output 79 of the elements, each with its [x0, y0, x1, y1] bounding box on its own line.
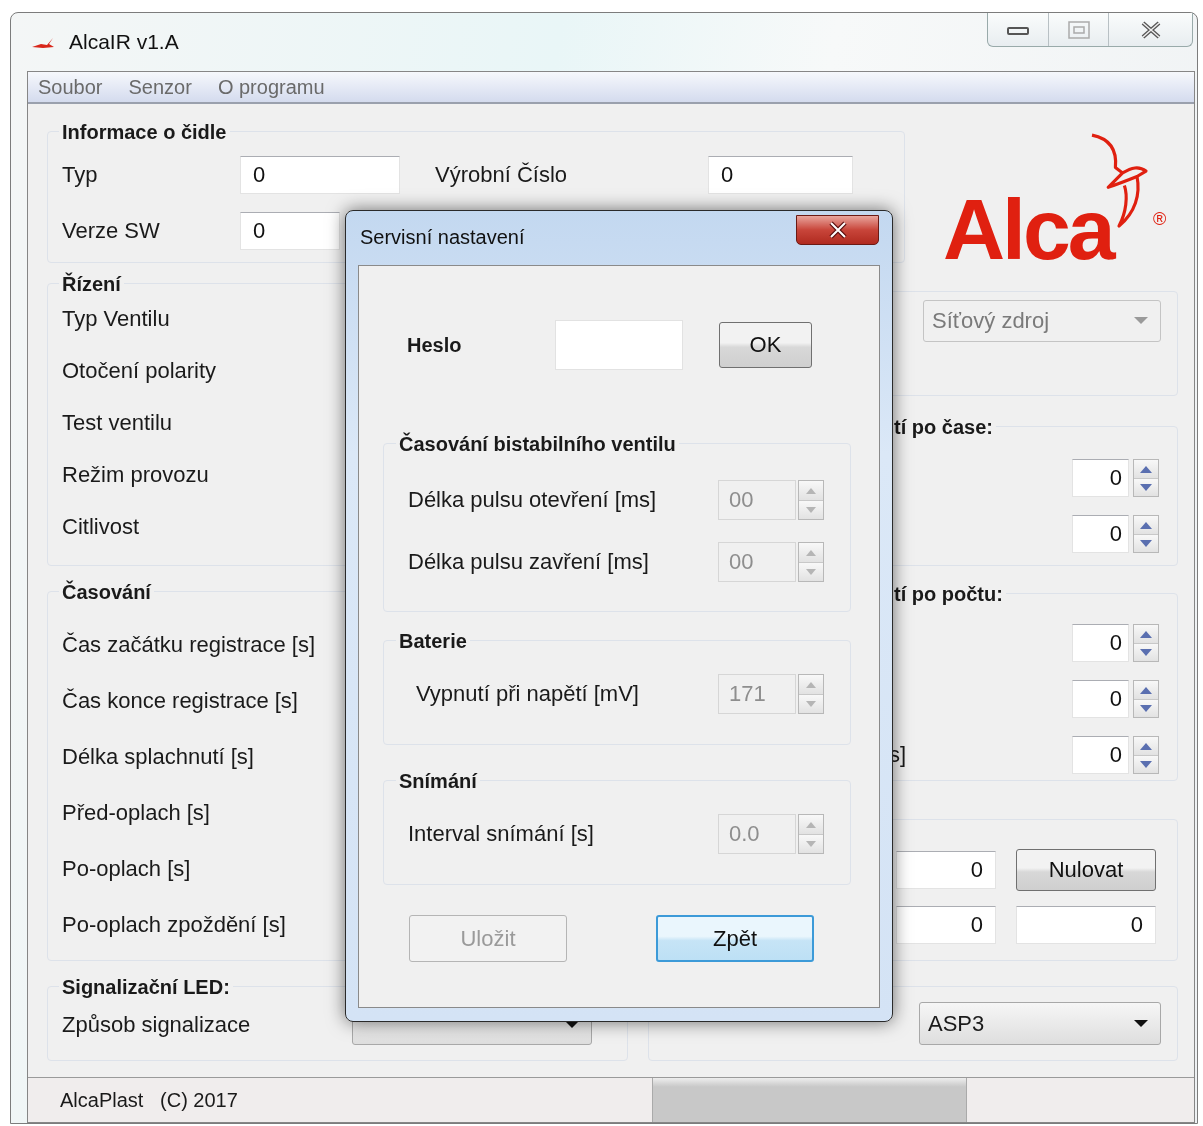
setting-label: Interval snímání [s] — [408, 821, 595, 847]
up-arrow-icon — [806, 549, 816, 556]
spin-down-button[interactable] — [1134, 643, 1158, 661]
setting-label: Před-oplach [s] — [62, 799, 210, 827]
spin-down-button[interactable] — [1134, 699, 1158, 717]
password-field[interactable] — [555, 320, 683, 370]
logo-text: Alca — [943, 180, 1113, 279]
down-arrow-icon — [806, 569, 816, 575]
status-text: AlcaPlast (C) 2017 — [60, 1088, 239, 1112]
down-arrow-icon — [806, 701, 816, 707]
setting-label: Čas začátku registrace [s] — [62, 631, 316, 659]
number-field[interactable]: 0 — [1072, 736, 1129, 774]
number-field[interactable]: 0 — [896, 906, 996, 944]
spin-up-button[interactable] — [1134, 625, 1158, 643]
number-field[interactable]: 0 — [1072, 515, 1129, 553]
close-icon — [826, 221, 849, 239]
spin-up-button[interactable] — [1134, 737, 1158, 755]
ok-button[interactable]: OK — [719, 322, 812, 368]
up-arrow-icon — [806, 487, 816, 494]
maximize-icon — [1067, 20, 1090, 39]
spin-up-button[interactable] — [1134, 681, 1158, 699]
down-arrow-icon — [806, 507, 816, 513]
down-arrow-icon — [1140, 540, 1152, 547]
dropdown-arrow-icon — [1134, 1019, 1148, 1028]
up-arrow-icon — [1140, 521, 1152, 529]
password-label: Heslo — [406, 333, 463, 357]
spin-down-button[interactable] — [1134, 534, 1158, 552]
spin-up-button[interactable] — [1134, 460, 1158, 478]
field-label: Typ — [62, 162, 99, 188]
setting-label: Po-oplach zpoždění [s] — [62, 911, 286, 939]
down-arrow-icon — [1140, 761, 1152, 768]
setting-label: Citlivost — [62, 513, 139, 541]
field-label: Výrobní Číslo — [434, 162, 569, 188]
setting-label: Délka pulsu zavření [ms] — [408, 549, 650, 575]
up-arrow-icon — [806, 681, 816, 688]
setting-label: Po-oplach [s] — [62, 855, 191, 883]
down-arrow-icon — [1140, 484, 1152, 491]
spin-up-button[interactable] — [1134, 516, 1158, 534]
setting-label: Způsob signalizace — [62, 1012, 251, 1038]
menu-item[interactable]: Soubor — [38, 75, 103, 99]
setting-label: Typ Ventilu — [62, 305, 170, 333]
dropdown-arrow-icon — [1134, 317, 1148, 325]
number-field[interactable]: 0 — [896, 851, 996, 889]
registered-mark: ® — [1153, 209, 1167, 230]
setting-label: Otočení polarity — [62, 357, 217, 385]
setting-label: Délka pulsu otevření [ms] — [408, 487, 658, 513]
window-title: AlcaIR v1.A — [69, 30, 179, 54]
up-arrow-icon — [806, 821, 816, 828]
up-arrow-icon — [1140, 686, 1152, 694]
up-arrow-icon — [1140, 465, 1152, 473]
reset-button[interactable]: Nulovat — [1016, 849, 1156, 891]
setting-label: Vypnutí při napětí [mV] — [416, 681, 640, 707]
menu-item[interactable]: Senzor — [128, 75, 192, 99]
text-field[interactable]: 0 — [240, 156, 400, 194]
field-label: Verze SW — [62, 218, 161, 244]
close-icon — [1139, 20, 1162, 39]
close-button[interactable] — [796, 215, 879, 245]
setting-label: Test ventilu — [62, 409, 173, 437]
up-arrow-icon — [1140, 630, 1152, 638]
spin-down-button[interactable] — [1134, 478, 1158, 496]
menu-item[interactable]: O programu — [217, 75, 325, 99]
dialog-title: Servisní nastavení — [360, 226, 525, 249]
up-arrow-icon — [1140, 742, 1152, 750]
minimize-icon — [1007, 24, 1029, 35]
text-field[interactable]: 0 — [240, 212, 340, 250]
text-field[interactable]: 0 — [708, 156, 853, 194]
setting-label: Čas konce registrace [s] — [62, 687, 298, 715]
spin-down-button[interactable] — [1134, 755, 1158, 773]
setting-label: Délka splachnutí [s] — [62, 743, 254, 771]
number-field[interactable]: 0 — [1072, 624, 1129, 662]
down-arrow-icon — [1140, 649, 1152, 656]
number-field[interactable]: 0 — [1016, 906, 1156, 944]
down-arrow-icon — [806, 841, 816, 847]
back-button[interactable]: Zpět — [656, 915, 814, 962]
preset-dropdown[interactable]: ASP3 — [919, 1002, 1161, 1045]
number-field[interactable]: 0 — [1072, 680, 1129, 718]
number-field[interactable]: 0 — [1072, 459, 1129, 497]
setting-label: Režim provozu — [62, 461, 209, 489]
down-arrow-icon — [1140, 705, 1152, 712]
